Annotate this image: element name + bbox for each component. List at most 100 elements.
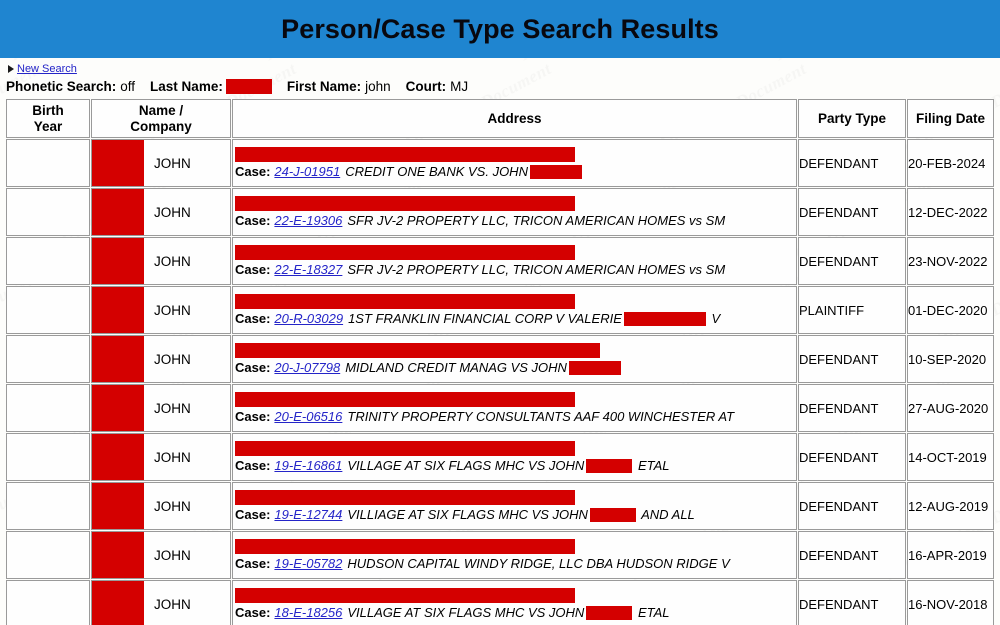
page-banner: Person/Case Type Search Results — [0, 0, 1000, 58]
case-line: Case: 19-E-12744 VILLIAGE AT SIX FLAGS MHC… — [233, 507, 796, 523]
table-row: JOHN Case: 24-J-01951 CREDIT ONE BANK VS. J… — [6, 139, 994, 188]
case-title-text: 1ST FRANKLIN FINANCIAL CORP V VALERIE — [348, 310, 622, 326]
case-number-link[interactable]: 19-E-05782 — [274, 556, 342, 571]
cell-address: Case: 19-E-12744 VILLIAGE AT SIX FLAGS MHC… — [232, 482, 797, 531]
case-number-link[interactable]: 18-E-18256 — [274, 605, 342, 620]
cell-filing-date: 16-APR-2019 — [907, 531, 994, 580]
case-number-link[interactable]: 20-J-07798 — [274, 360, 340, 375]
court-value: MJ — [450, 79, 469, 94]
header-line1: Birth — [32, 103, 64, 118]
address-redaction-bar — [235, 391, 575, 407]
court-label: Court: — [405, 79, 447, 94]
cell-filing-date: 20-FEB-2024 — [907, 139, 994, 188]
cell-birth-year — [6, 433, 90, 482]
cell-name-company: JOHN — [91, 531, 231, 580]
case-label: Case: — [235, 163, 271, 179]
criteria-summary: Phonetic Search: off Last Name: First Na… — [6, 77, 1000, 96]
name-cell-inner: JOHN — [92, 189, 230, 236]
header-line2: Year — [33, 118, 63, 134]
case-title-text: CREDIT ONE BANK VS. JOHN — [345, 163, 528, 179]
name-cell-inner: JOHN — [92, 434, 230, 481]
cell-address: Case: 22-E-19306 SFR JV-2 PROPERTY LLC, TR… — [232, 188, 797, 237]
cell-party-type: DEFENDANT — [798, 139, 906, 188]
address-redaction-bar — [235, 244, 575, 260]
phonetic-search-value: off — [120, 79, 136, 94]
name-cell-inner: JOHN — [92, 581, 230, 625]
cell-filing-date: 14-OCT-2019 — [907, 433, 994, 482]
cell-birth-year — [6, 237, 90, 286]
address-redaction-bar — [235, 293, 575, 309]
triangle-right-icon — [8, 64, 14, 73]
cell-party-type: DEFENDANT — [798, 237, 906, 286]
new-search-link[interactable]: New Search — [17, 63, 77, 75]
case-title-suffix: V — [707, 310, 721, 326]
case-number-link[interactable]: 20-E-06516 — [274, 409, 342, 424]
column-header-name-company[interactable]: Name / Company — [91, 99, 231, 139]
case-line: Case: 19-E-05782 HUDSON CAPITAL WINDY RIDG… — [233, 556, 796, 572]
first-name-value: john — [365, 79, 391, 94]
case-label: Case: — [235, 457, 271, 473]
cell-address: Case: 19-E-05782 HUDSON CAPITAL WINDY RIDG… — [232, 531, 797, 580]
column-header-filing-date[interactable]: Filing Date — [907, 99, 994, 139]
case-title-text: HUDSON CAPITAL WINDY RIDGE, LLC DBA HUDS… — [347, 555, 730, 571]
case-label: Case: — [235, 261, 271, 277]
new-search-row: New Search — [6, 61, 1000, 76]
last-name-redaction — [92, 140, 144, 187]
name-cell-inner: JOHN — [92, 385, 230, 432]
case-number-link[interactable]: 22-E-19306 — [274, 213, 342, 228]
table-row: JOHN Case: 22-E-18327 SFR JV-2 PROPERTY LLC… — [6, 237, 994, 286]
last-name-redaction — [92, 581, 144, 625]
case-number-link[interactable]: 20-R-03029 — [274, 311, 343, 326]
cell-birth-year — [6, 580, 90, 625]
case-title-text: TRINITY PROPERTY CONSULTANTS AAF 400 WIN… — [347, 408, 735, 424]
header-line1: Party Type — [817, 110, 887, 126]
search-criteria-bar: New Search Phonetic Search: off Last Nam… — [0, 58, 1000, 98]
case-label: Case: — [235, 604, 271, 620]
first-name-text: JOHN — [154, 351, 191, 367]
last-name-redaction — [92, 483, 144, 530]
table-row: JOHN Case: 20-J-07798 MIDLAND CREDIT MANAG … — [6, 335, 994, 384]
name-cell-inner: JOHN — [92, 336, 230, 383]
case-number-link[interactable]: 19-E-16861 — [274, 458, 342, 473]
last-name-redaction — [92, 287, 144, 334]
cell-filing-date: 16-NOV-2018 — [907, 580, 994, 625]
case-party-redaction — [623, 312, 706, 327]
cell-address: Case: 19-E-16861 VILLAGE AT SIX FLAGS MHC … — [232, 433, 797, 482]
case-party-redaction — [586, 606, 633, 621]
case-number-link[interactable]: 22-E-18327 — [274, 262, 342, 277]
case-title-text: VILLIAGE AT SIX FLAGS MHC VS JOHN — [347, 506, 588, 522]
name-cell-inner: JOHN — [92, 483, 230, 530]
cell-name-company: JOHN — [91, 139, 231, 188]
table-row: JOHN Case: 19-E-12744 VILLIAGE AT SIX FLAGS… — [6, 482, 994, 531]
first-name-text: JOHN — [154, 400, 191, 416]
last-name-redaction — [225, 79, 272, 94]
first-name-text: JOHN — [154, 253, 191, 269]
case-line: Case: 20-R-03029 1ST FRANKLIN FINANCIAL CO… — [233, 311, 796, 327]
case-line: Case: 18-E-18256 VILLAGE AT SIX FLAGS MHC … — [233, 605, 796, 621]
address-redaction-bar — [235, 195, 575, 211]
table-row: JOHN Case: 20-R-03029 1ST FRANKLIN FINANCIA… — [6, 286, 994, 335]
cell-filing-date: 23-NOV-2022 — [907, 237, 994, 286]
case-label: Case: — [235, 310, 271, 326]
table-header-row: Birth Year Name / Company Address Party … — [6, 99, 994, 139]
case-number-link[interactable]: 24-J-01951 — [274, 164, 340, 179]
cell-address: Case: 20-J-07798 MIDLAND CREDIT MANAG VS J… — [232, 335, 797, 384]
case-number-link[interactable]: 19-E-12744 — [274, 507, 342, 522]
cell-address: Case: 20-R-03029 1ST FRANKLIN FINANCIAL CO… — [232, 286, 797, 335]
cell-birth-year — [6, 482, 90, 531]
table-row: JOHN Case: 19-E-16861 VILLAGE AT SIX FLAGS … — [6, 433, 994, 482]
cell-party-type: DEFENDANT — [798, 482, 906, 531]
last-name-redaction — [92, 385, 144, 432]
column-header-birth-year[interactable]: Birth Year — [6, 99, 90, 139]
results-table: Birth Year Name / Company Address Party … — [5, 98, 995, 625]
last-name-label: Last Name: — [150, 79, 223, 94]
last-name-redaction — [92, 434, 144, 481]
column-header-address[interactable]: Address — [232, 99, 797, 139]
name-cell-inner: JOHN — [92, 238, 230, 285]
case-title-text: MIDLAND CREDIT MANAG VS JOHN — [345, 359, 567, 375]
column-header-party-type[interactable]: Party Type — [798, 99, 906, 139]
cell-filing-date: 27-AUG-2020 — [907, 384, 994, 433]
address-redaction-bar — [235, 342, 600, 358]
cell-filing-date: 10-SEP-2020 — [907, 335, 994, 384]
first-name-text: JOHN — [154, 155, 191, 171]
